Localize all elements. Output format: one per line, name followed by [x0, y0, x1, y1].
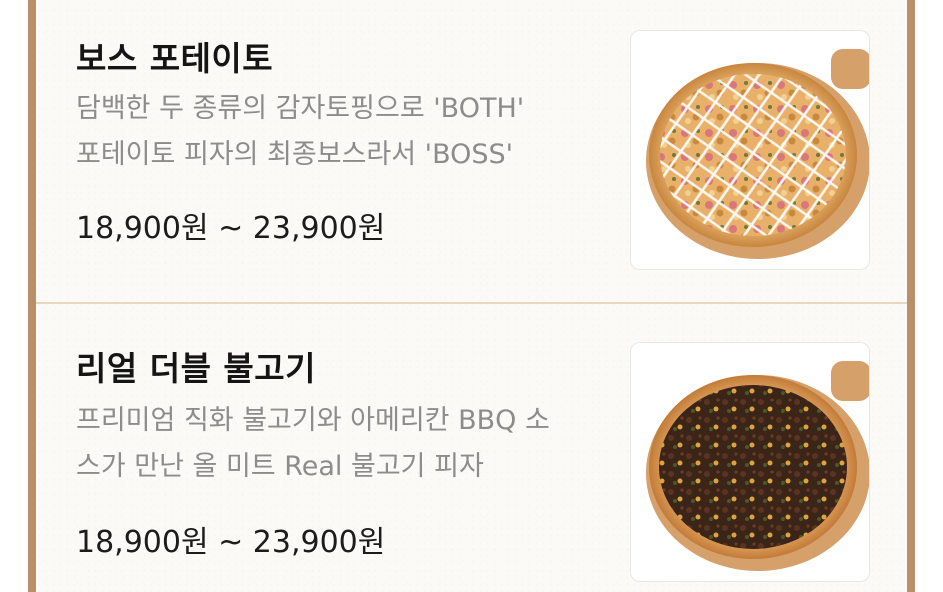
pizza-image [631, 31, 869, 269]
pizza-bulgogi-photo[interactable] [630, 342, 870, 582]
menu-item-price: 18,900원 ~ 23,900원 [76, 211, 386, 246]
pizza-boss-potato-photo[interactable] [630, 30, 870, 270]
frame-border-right [907, 0, 915, 592]
menu-item-title: 리얼 더블 불고기 [76, 349, 316, 388]
menu-item-description: 담백한 두 종류의 감자토핑으로 'BOTH' 포테이토 피자의 최종보스라서 … [76, 86, 616, 178]
frame-border-left [28, 0, 36, 592]
menu-item-real-double-bulgogi[interactable]: 리얼 더블 불고기 프리미엄 직화 불고기와 아메리칸 BBQ 소 스가 만난 … [36, 305, 907, 592]
description-line: 스가 만난 올 미트 Real 불고기 피자 [76, 451, 484, 482]
menu-divider [36, 302, 907, 304]
menu-item-price: 18,900원 ~ 23,900원 [76, 525, 386, 560]
menu-item-boss-potato[interactable]: 보스 포테이토 담백한 두 종류의 감자토핑으로 'BOTH' 포테이토 피자의… [36, 0, 907, 300]
description-line: 프리미엄 직화 불고기와 아메리칸 BBQ 소 [76, 405, 550, 436]
description-line: 담백한 두 종류의 감자토핑으로 'BOTH' [76, 93, 525, 124]
description-line: 포테이토 피자의 최종보스라서 'BOSS' [76, 139, 514, 170]
menu-item-title: 보스 포테이토 [76, 39, 274, 78]
pizza-image [631, 343, 869, 581]
menu-item-description: 프리미엄 직화 불고기와 아메리칸 BBQ 소 스가 만난 올 미트 Real … [76, 398, 616, 490]
